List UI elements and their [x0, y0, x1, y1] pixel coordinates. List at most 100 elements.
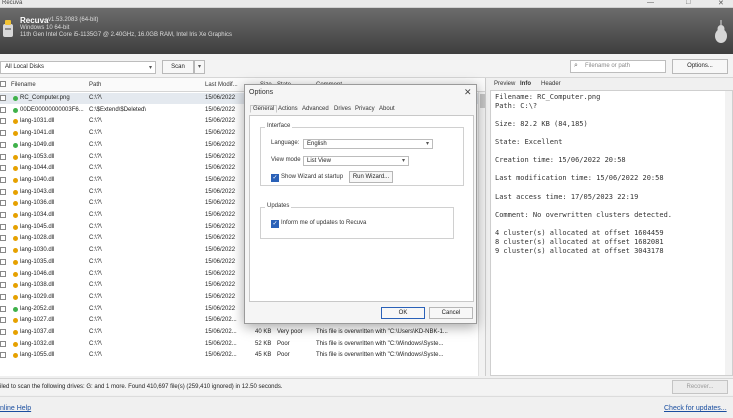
- view-mode-select[interactable]: List View ▾: [303, 156, 409, 166]
- row-path: C:\?\: [89, 282, 102, 289]
- maximize-icon[interactable]: □: [686, 0, 690, 6]
- row-path: C:\?\: [89, 223, 102, 230]
- check-updates-link[interactable]: Check for updates...: [664, 405, 727, 412]
- row-checkbox[interactable]: [0, 305, 6, 312]
- row-checkbox[interactable]: [0, 223, 6, 230]
- scan-button[interactable]: Scan: [162, 60, 194, 74]
- row-filename: lang-1040.dll: [20, 176, 55, 183]
- drive-select[interactable]: All Local Disks ▾: [0, 61, 156, 74]
- state-dot-icon: [13, 119, 18, 125]
- row-checkbox[interactable]: [0, 352, 6, 359]
- table-row[interactable]: lang-1055.dll C:\?\ 15/06/202... 45 KB Poor T…: [0, 350, 485, 361]
- close-icon[interactable]: ✕: [718, 0, 724, 7]
- app-version: v1.53.2083 (64-bit): [48, 17, 99, 23]
- close-icon[interactable]: ✕: [464, 87, 472, 98]
- column-filename[interactable]: Filename: [11, 82, 36, 88]
- tab-info[interactable]: Info: [520, 81, 531, 87]
- tab-actions[interactable]: Actions: [278, 106, 298, 112]
- options-button[interactable]: Options...: [672, 59, 728, 74]
- footer: nline Help Check for updates...: [0, 396, 733, 418]
- table-row[interactable]: lang-1032.dll C:\?\ 15/06/202... 52 KB Poor T…: [0, 339, 485, 350]
- scrollbar-thumb[interactable]: [480, 94, 485, 108]
- info-panel-scrollbar[interactable]: [725, 91, 732, 375]
- language-select[interactable]: English ▾: [303, 139, 433, 149]
- row-date: 15/06/2022: [205, 188, 236, 195]
- row-state: Poor: [277, 352, 290, 359]
- row-path: C:\?\: [89, 317, 102, 324]
- run-wizard-button[interactable]: Run Wizard...: [349, 171, 393, 183]
- row-checkbox[interactable]: [0, 141, 6, 148]
- cancel-button[interactable]: Cancel: [429, 307, 473, 319]
- row-path: C:\?\: [89, 200, 102, 207]
- tab-about[interactable]: About: [379, 106, 395, 112]
- row-checkbox[interactable]: [0, 165, 6, 172]
- row-checkbox[interactable]: [0, 247, 6, 254]
- row-checkbox[interactable]: [0, 235, 6, 242]
- row-checkbox[interactable]: [0, 212, 6, 218]
- row-checkbox[interactable]: [0, 317, 6, 324]
- tab-drives[interactable]: Drives: [334, 106, 351, 112]
- online-help-link[interactable]: nline Help: [0, 405, 31, 412]
- row-filename: lang-1029.dll: [20, 293, 55, 300]
- row-date: 15/06/2022: [205, 95, 236, 101]
- table-row[interactable]: lang-1037.dll C:\?\ 15/06/202... 40 KB Very …: [0, 327, 485, 338]
- updates-group: Updates ✓ Inform me of updates to Recuva: [260, 203, 454, 239]
- row-checkbox[interactable]: [0, 329, 6, 335]
- row-checkbox[interactable]: [0, 106, 6, 113]
- row-checkbox[interactable]: [0, 153, 6, 160]
- row-filename: lang-1028.dll: [20, 235, 55, 242]
- search-input[interactable]: ⌕ Filename or path: [570, 60, 666, 73]
- tab-preview[interactable]: Preview: [494, 81, 515, 87]
- minimize-icon[interactable]: —: [647, 0, 654, 6]
- state-dot-icon: [13, 318, 18, 324]
- chevron-down-icon: ▾: [401, 158, 405, 164]
- row-date: 15/06/202...: [205, 340, 237, 347]
- inform-updates-checkbox[interactable]: ✓: [271, 220, 279, 228]
- row-state: Very poor: [277, 329, 303, 335]
- row-filename: lang-1035.dll: [20, 258, 55, 265]
- language-value: English: [307, 141, 327, 147]
- ok-button[interactable]: OK: [381, 307, 425, 319]
- recuva-logo-icon: [3, 20, 13, 37]
- recover-button[interactable]: Recover...: [672, 380, 728, 394]
- scan-options-button[interactable]: ▾: [194, 60, 205, 74]
- language-label: Language:: [271, 140, 300, 146]
- options-dialog: Options ✕ General Actions Advanced Drive…: [244, 84, 477, 324]
- row-checkbox[interactable]: [0, 176, 6, 183]
- column-path[interactable]: Path: [89, 82, 101, 88]
- row-checkbox[interactable]: [0, 258, 6, 265]
- row-date: 15/06/202...: [205, 317, 237, 324]
- info-cluster-line: 8 cluster(s) allocated at offset 1682081: [495, 238, 664, 246]
- row-checkbox[interactable]: [0, 188, 6, 195]
- row-checkbox[interactable]: [0, 118, 6, 125]
- info-comment: Comment: No overwritten clusters detecte…: [495, 211, 673, 219]
- row-filename: lang-1049.dll: [20, 141, 55, 148]
- row-date: 15/06/2022: [205, 235, 236, 242]
- show-wizard-checkbox[interactable]: ✓: [271, 174, 279, 182]
- state-dot-icon: [13, 201, 18, 207]
- row-path: C:\?\: [89, 176, 102, 183]
- state-dot-icon: [13, 154, 18, 160]
- drive-select-value: All Local Disks: [5, 64, 45, 70]
- tab-privacy[interactable]: Privacy: [355, 106, 375, 112]
- select-all-checkbox[interactable]: [0, 81, 6, 87]
- row-checkbox[interactable]: [0, 282, 6, 289]
- row-checkbox[interactable]: [0, 95, 6, 101]
- search-icon: ⌕: [574, 62, 578, 69]
- file-list-scrollbar[interactable]: [478, 92, 485, 376]
- row-checkbox[interactable]: [0, 270, 6, 277]
- row-path: C:\?\: [89, 165, 102, 172]
- updates-group-label: Updates: [265, 203, 292, 209]
- row-checkbox[interactable]: [0, 293, 6, 300]
- status-bar: iled to scan the following drives: G: an…: [0, 378, 733, 395]
- row-path: C:\?\: [89, 141, 102, 148]
- column-last-modified[interactable]: Last Modif...: [205, 82, 238, 88]
- show-wizard-label: Show Wizard at startup: [281, 174, 344, 180]
- tab-header[interactable]: Header: [541, 81, 561, 87]
- row-checkbox[interactable]: [0, 130, 6, 137]
- tab-advanced[interactable]: Advanced: [302, 106, 329, 112]
- row-comment: This file is overwritten with "C:\Window…: [316, 340, 444, 347]
- row-checkbox[interactable]: [0, 340, 6, 347]
- tab-general[interactable]: General: [250, 105, 278, 113]
- row-checkbox[interactable]: [0, 200, 6, 207]
